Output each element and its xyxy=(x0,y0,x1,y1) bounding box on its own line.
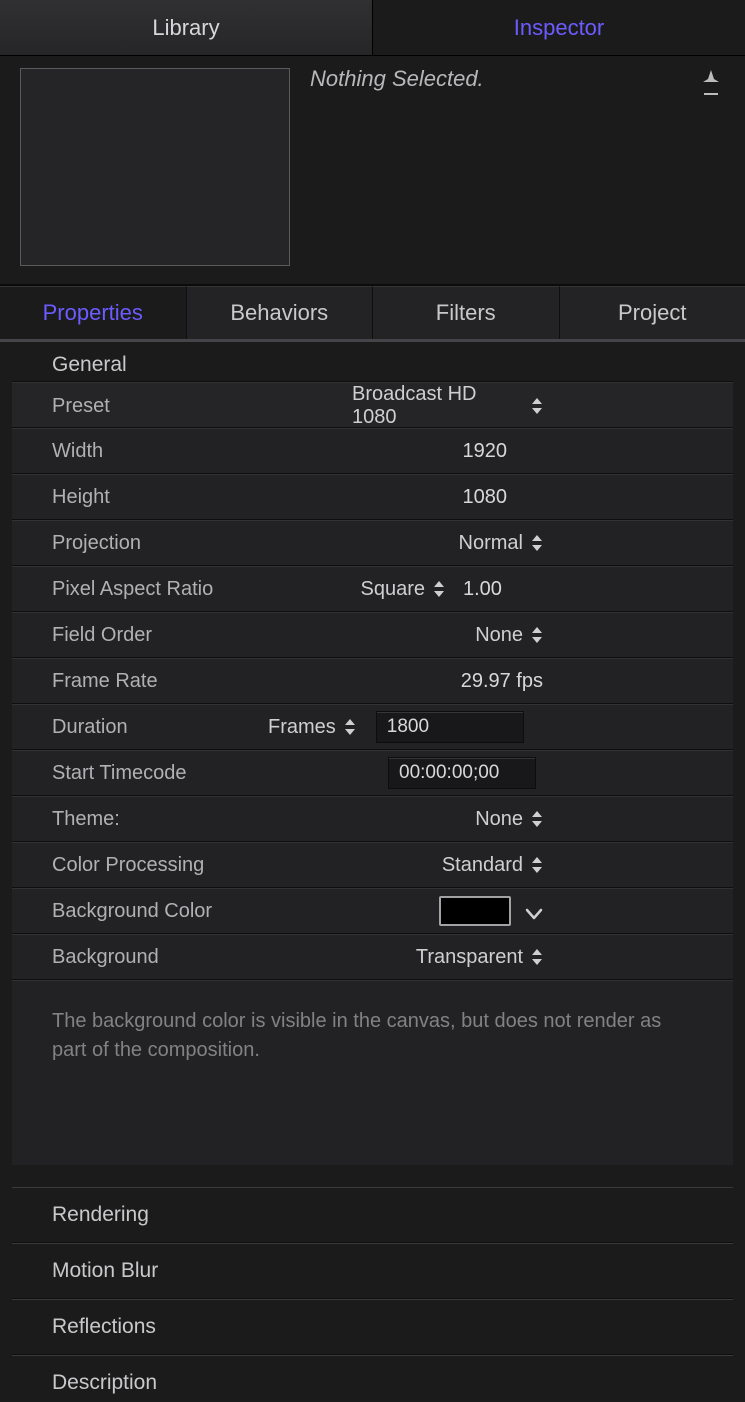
preset-dropdown[interactable]: Broadcast HD 1080 xyxy=(352,383,543,429)
background-label: Background xyxy=(52,946,352,969)
row-color-processing: Color Processing Standard xyxy=(12,842,733,888)
tab-filters[interactable]: Filters xyxy=(373,286,560,339)
updown-icon xyxy=(531,534,543,552)
row-background: Background Transparent xyxy=(12,934,733,980)
tab-properties[interactable]: Properties xyxy=(0,286,187,339)
section-reflections-label: Reflections xyxy=(52,1315,156,1339)
pixel-aspect-value[interactable]: 1.00 xyxy=(463,578,507,601)
section-motion-blur[interactable]: Motion Blur xyxy=(12,1243,733,1299)
background-color-swatch[interactable] xyxy=(439,896,511,926)
pixel-aspect-label: Pixel Aspect Ratio xyxy=(52,578,352,601)
duration-unit-value: Frames xyxy=(268,716,336,739)
updown-icon xyxy=(531,948,543,966)
color-processing-label: Color Processing xyxy=(52,854,352,877)
updown-icon xyxy=(531,397,543,415)
frame-rate-label: Frame Rate xyxy=(52,670,352,693)
projection-label: Projection xyxy=(52,532,352,555)
row-preset: Preset Broadcast HD 1080 xyxy=(12,382,733,428)
chevron-down-icon[interactable] xyxy=(525,904,543,918)
color-processing-value: Standard xyxy=(442,854,523,877)
top-tab-bar: Library Inspector xyxy=(0,0,745,56)
height-value[interactable]: 1080 xyxy=(463,486,508,509)
background-note: The background color is visible in the c… xyxy=(12,980,733,1165)
inspector-tab-bar: Properties Behaviors Filters Project xyxy=(0,286,745,342)
field-order-label: Field Order xyxy=(52,624,352,647)
preview-area: Nothing Selected. xyxy=(0,56,745,286)
theme-dropdown[interactable]: None xyxy=(475,808,543,831)
updown-icon xyxy=(531,810,543,828)
section-general-label: General xyxy=(52,353,127,377)
updown-icon xyxy=(531,626,543,644)
duration-unit-dropdown[interactable]: Frames xyxy=(268,716,356,739)
theme-value: None xyxy=(475,808,523,831)
duration-field[interactable]: 1800 xyxy=(376,711,524,743)
row-height: Height 1080 xyxy=(12,474,733,520)
width-label: Width xyxy=(52,440,352,463)
section-description[interactable]: Description xyxy=(12,1355,733,1402)
row-field-order: Field Order None xyxy=(12,612,733,658)
row-theme: Theme: None xyxy=(12,796,733,842)
duration-value: 1800 xyxy=(387,716,429,738)
preset-label: Preset xyxy=(52,395,352,418)
tab-properties-label: Properties xyxy=(43,300,143,326)
selection-status-text: Nothing Selected. xyxy=(310,66,484,92)
background-value: Transparent xyxy=(416,946,523,969)
tab-project[interactable]: Project xyxy=(560,286,745,339)
frame-rate-value[interactable]: 29.97 fps xyxy=(461,670,543,693)
start-timecode-value: 00:00:00;00 xyxy=(399,762,499,784)
tab-inspector-label: Inspector xyxy=(514,15,605,41)
tab-library-label: Library xyxy=(152,15,219,41)
row-background-color: Background Color xyxy=(12,888,733,934)
section-rendering-label: Rendering xyxy=(52,1203,149,1227)
row-duration: Duration Frames 1800 xyxy=(12,704,733,750)
background-dropdown[interactable]: Transparent xyxy=(416,946,543,969)
preview-thumbnail xyxy=(20,68,290,266)
tab-filters-label: Filters xyxy=(436,300,496,326)
tab-behaviors-label: Behaviors xyxy=(230,300,328,326)
background-color-label: Background Color xyxy=(52,900,352,923)
tab-behaviors[interactable]: Behaviors xyxy=(187,286,374,339)
tab-inspector[interactable]: Inspector xyxy=(373,0,745,56)
row-frame-rate: Frame Rate 29.97 fps xyxy=(12,658,733,704)
row-pixel-aspect: Pixel Aspect Ratio Square 1.00 xyxy=(12,566,733,612)
pin-icon[interactable] xyxy=(699,68,727,100)
height-label: Height xyxy=(52,486,352,509)
updown-icon xyxy=(531,856,543,874)
pixel-aspect-dropdown[interactable]: Square xyxy=(361,578,446,601)
field-order-dropdown[interactable]: None xyxy=(475,624,543,647)
section-reflections[interactable]: Reflections xyxy=(12,1299,733,1355)
color-processing-dropdown[interactable]: Standard xyxy=(442,854,543,877)
start-timecode-field[interactable]: 00:00:00;00 xyxy=(388,757,536,789)
pixel-aspect-name: Square xyxy=(361,578,426,601)
theme-label: Theme: xyxy=(52,808,352,831)
properties-panel: General Preset Broadcast HD 1080 Width 1… xyxy=(0,342,745,1402)
projection-dropdown[interactable]: Normal xyxy=(459,532,543,555)
tab-project-label: Project xyxy=(618,300,686,326)
row-projection: Projection Normal xyxy=(12,520,733,566)
row-width: Width 1920 xyxy=(12,428,733,474)
tab-library[interactable]: Library xyxy=(0,0,373,56)
section-description-label: Description xyxy=(52,1371,157,1395)
section-general[interactable]: General xyxy=(12,342,733,382)
projection-value: Normal xyxy=(459,532,523,555)
updown-icon xyxy=(433,580,445,598)
updown-icon xyxy=(344,718,356,736)
field-order-value: None xyxy=(475,624,523,647)
row-start-timecode: Start Timecode 00:00:00;00 xyxy=(12,750,733,796)
width-value[interactable]: 1920 xyxy=(463,440,508,463)
section-rendering[interactable]: Rendering xyxy=(12,1187,733,1243)
start-timecode-label: Start Timecode xyxy=(52,762,352,785)
section-motion-blur-label: Motion Blur xyxy=(52,1259,158,1283)
preset-value: Broadcast HD 1080 xyxy=(352,383,523,429)
